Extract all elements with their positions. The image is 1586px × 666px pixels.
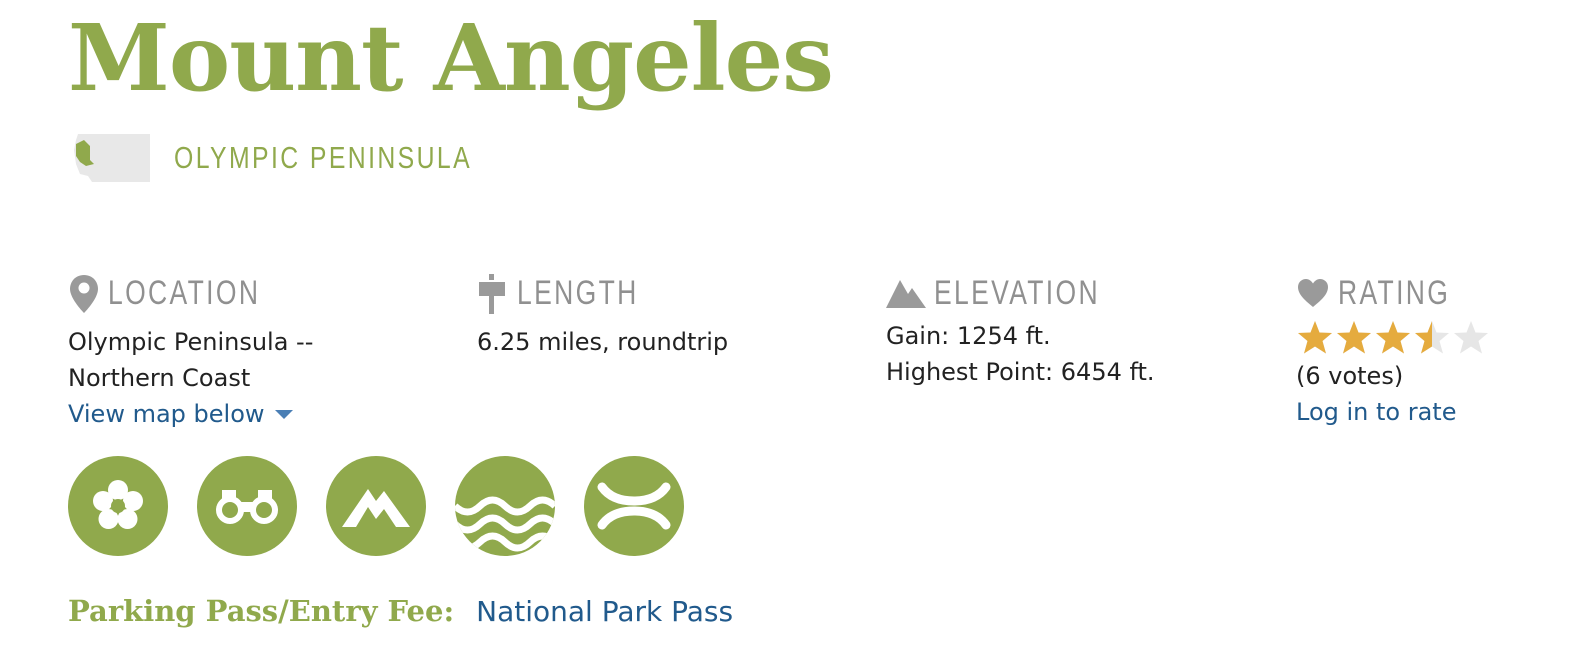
star-icon[interactable] [1335, 319, 1373, 357]
length-heading: LENGTH [517, 273, 639, 312]
star-icon[interactable] [1296, 319, 1334, 357]
parking-pass-row: Parking Pass/Entry Fee: National Park Pa… [68, 594, 733, 628]
star-icon[interactable] [1413, 319, 1451, 357]
region-link[interactable]: OLYMPIC PENINSULA [174, 140, 472, 176]
wildflowers-icon[interactable] [68, 456, 168, 556]
elevation-highest-point: Highest Point: 6454 ft. [886, 358, 1155, 386]
binoculars-icon[interactable] [197, 456, 297, 556]
parking-pass-label: Parking Pass/Entry Fee: [68, 594, 455, 628]
trail-sign-icon [479, 274, 505, 314]
view-map-link[interactable]: View map below [68, 396, 428, 432]
elevation-heading: ELEVATION [934, 273, 1100, 312]
chevron-down-icon[interactable] [273, 408, 295, 420]
view-map-link-label[interactable]: View map below [68, 396, 265, 432]
elevation-gain: Gain: 1254 ft. [886, 322, 1051, 350]
feature-icons [68, 456, 713, 556]
location-line-2: Northern Coast [68, 364, 251, 392]
star-icon[interactable] [1374, 319, 1412, 357]
rating-section: RATING (6 votes) Log in to rate [1296, 270, 1576, 430]
login-to-rate-link[interactable]: Log in to rate [1296, 394, 1576, 430]
star-rating[interactable] [1296, 318, 1576, 358]
location-line-1: Olympic Peninsula -- [68, 328, 314, 356]
length-section: LENGTH 6.25 miles, roundtrip [477, 270, 857, 360]
heart-icon [1298, 279, 1328, 307]
rating-votes: (6 votes) [1296, 362, 1404, 390]
hike-title: Mount Angeles [68, 4, 834, 112]
summit-icon[interactable] [326, 456, 426, 556]
region-row: OLYMPIC PENINSULA [70, 130, 547, 186]
parking-pass-link[interactable]: National Park Pass [476, 595, 733, 628]
length-value: 6.25 miles, roundtrip [477, 328, 729, 356]
map-pin-icon [70, 275, 98, 313]
washington-region-map-icon [74, 134, 150, 182]
water-icon[interactable] [455, 456, 555, 556]
elevation-section: ELEVATION Gain: 1254 ft. Highest Point: … [886, 270, 1266, 390]
mountain-icon [886, 280, 926, 308]
crossroads-icon[interactable] [584, 456, 684, 556]
location-section: LOCATION Olympic Peninsula -- Northern C… [68, 270, 428, 432]
rating-heading: RATING [1338, 273, 1451, 312]
location-heading: LOCATION [108, 273, 261, 312]
star-icon[interactable] [1452, 319, 1490, 357]
